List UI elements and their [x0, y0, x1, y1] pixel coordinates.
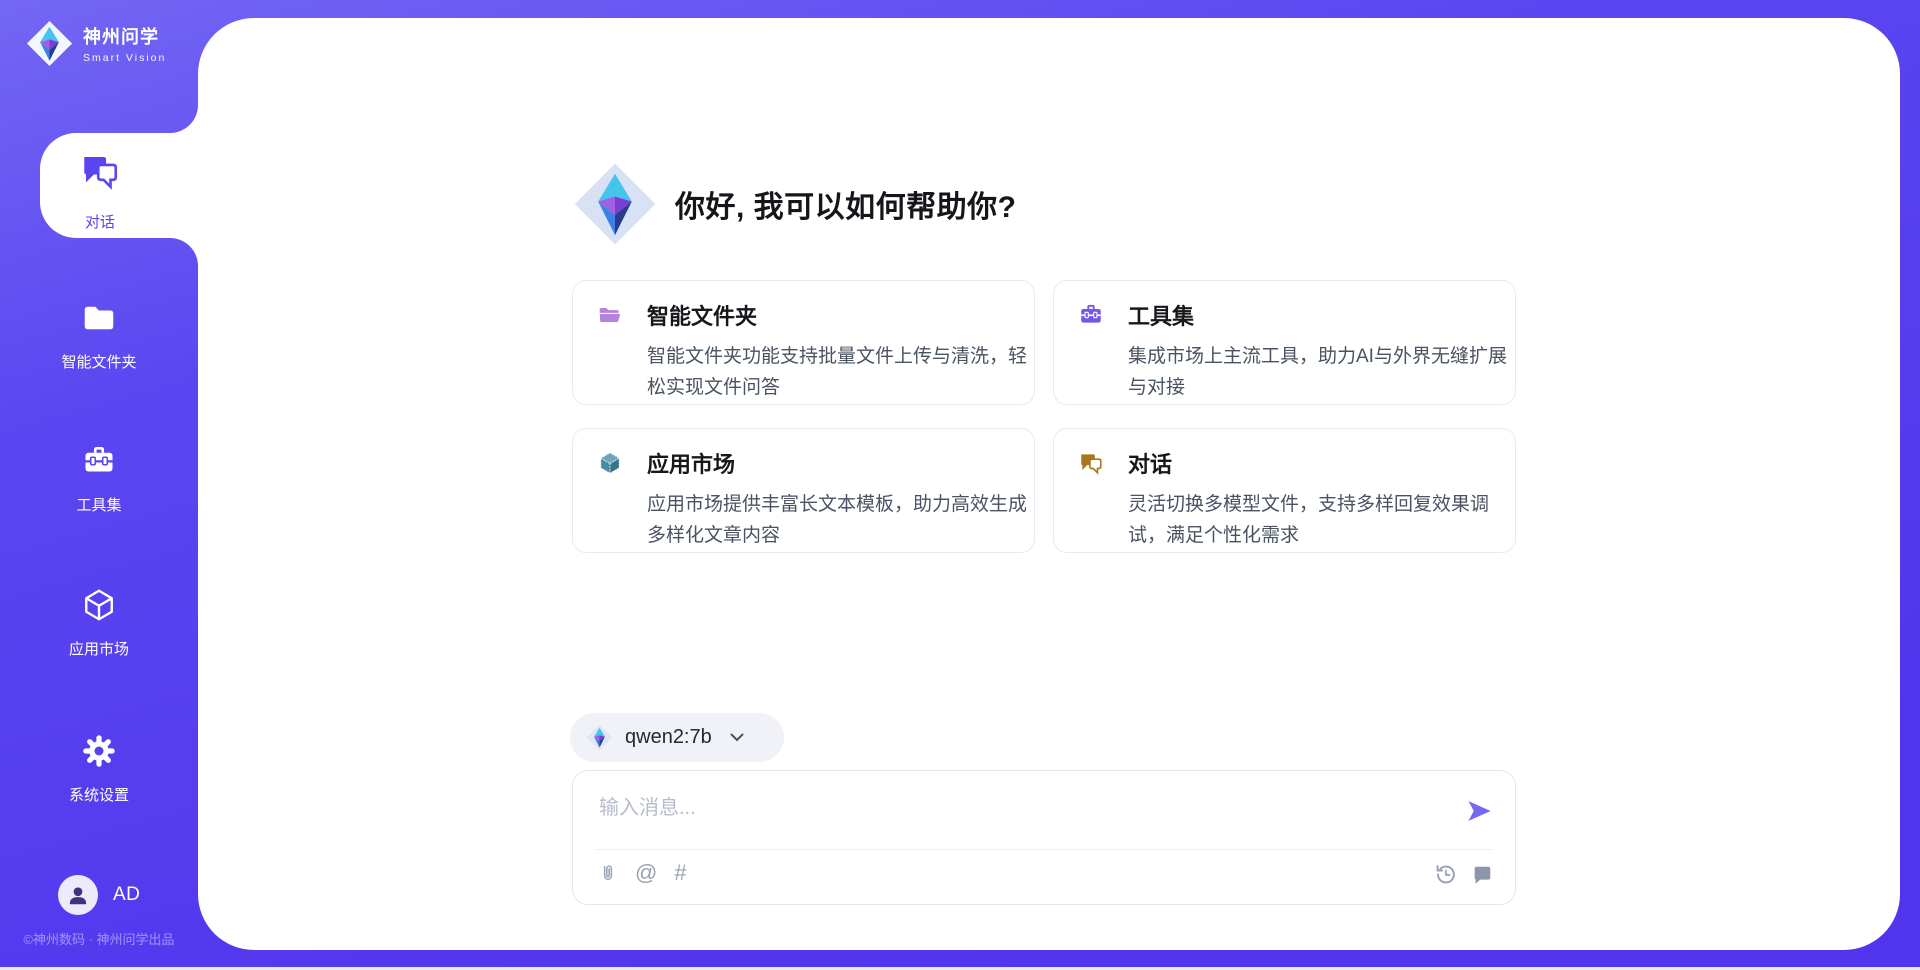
sidebar-item-smart-folder[interactable]: 智能文件夹 [0, 300, 198, 372]
app-root: 神州问学 Smart Vision 对话 智能文件夹 [0, 0, 1920, 970]
composer-divider [595, 849, 1493, 850]
card-title: 智能文件夹 [647, 299, 757, 331]
cube-icon [597, 450, 623, 476]
feature-cards: 智能文件夹 智能文件夹功能支持批量文件上传与清洗，轻松实现文件问答 工具集 集成… [572, 280, 1516, 553]
model-name: qwen2:7b [625, 726, 712, 749]
card-title: 应用市场 [647, 447, 735, 479]
model-selector[interactable]: qwen2:7b [570, 713, 784, 762]
card-title: 对话 [1128, 447, 1172, 479]
user-initials: AD [113, 884, 140, 906]
card-description: 集成市场上主流工具，助力AI与外界无缝扩展与对接 [1128, 341, 1516, 403]
toolbox-icon [81, 443, 117, 484]
sidebar-item-toolbox[interactable]: 工具集 [0, 443, 198, 515]
attachment-icon[interactable] [598, 861, 618, 885]
person-icon [65, 882, 91, 908]
sidebar: 神州问学 Smart Vision 对话 智能文件夹 [0, 0, 198, 970]
card-description: 灵活切换多模型文件，支持多样回复效果调试，满足个性化需求 [1128, 489, 1516, 551]
chevron-down-icon [730, 733, 744, 742]
sidebar-item-label: 智能文件夹 [0, 351, 198, 372]
folder-icon [81, 300, 117, 341]
sidebar-item-label: 工具集 [0, 494, 198, 515]
user-account[interactable]: AD [58, 875, 140, 915]
card-description: 应用市场提供丰富长文本模板，助力高效生成多样化文章内容 [647, 489, 1035, 551]
brand-subtitle: Smart Vision [83, 52, 166, 64]
card-title: 工具集 [1128, 299, 1194, 331]
greeting-text: 你好, 我可以如何帮助你? [675, 182, 1017, 226]
paperclip-icon [598, 861, 618, 885]
chat-icon [79, 150, 121, 197]
brand-name: 神州问学 [83, 23, 166, 49]
sidebar-item-label: 对话 [40, 211, 160, 232]
sidebar-item-label: 应用市场 [0, 638, 198, 659]
brand: 神州问学 Smart Vision [26, 20, 166, 67]
card-description: 智能文件夹功能支持批量文件上传与清洗，轻松实现文件问答 [647, 341, 1035, 403]
message-input[interactable] [599, 791, 1419, 843]
avatar [58, 875, 98, 915]
message-composer: @ # [572, 770, 1516, 905]
card-smart-folder[interactable]: 智能文件夹 智能文件夹功能支持批量文件上传与清洗，轻松实现文件问答 [572, 280, 1035, 405]
feedback-bubble-icon[interactable] [1471, 864, 1493, 886]
brand-logo-icon [26, 20, 73, 67]
sidebar-item-label: 系统设置 [0, 784, 198, 805]
sidebar-item-app-market[interactable]: 应用市场 [0, 587, 198, 659]
folder-icon [597, 302, 623, 328]
mention-icon[interactable]: @ [635, 862, 657, 884]
copyright: ©神州数码 · 神州问学出品 [0, 929, 198, 948]
topic-icon[interactable]: # [674, 862, 686, 884]
history-icon[interactable] [1434, 863, 1457, 886]
assistant-logo-icon [573, 162, 657, 246]
toolbox-icon [1078, 302, 1104, 328]
sidebar-item-settings[interactable]: 系统设置 [0, 733, 198, 805]
chat-icon [1078, 450, 1104, 476]
send-icon [1465, 797, 1493, 825]
gear-icon [81, 733, 117, 774]
cube-icon [81, 587, 117, 628]
send-button[interactable] [1465, 797, 1493, 825]
greeting: 你好, 我可以如何帮助你? [573, 162, 1017, 246]
card-app-market[interactable]: 应用市场 应用市场提供丰富长文本模板，助力高效生成多样化文章内容 [572, 428, 1035, 553]
card-toolbox[interactable]: 工具集 集成市场上主流工具，助力AI与外界无缝扩展与对接 [1053, 280, 1516, 405]
main-panel: 你好, 我可以如何帮助你? 智能文件夹 智能文件夹功能支持批量文件上传与清洗，轻… [0, 0, 1920, 970]
card-chat[interactable]: 对话 灵活切换多模型文件，支持多样回复效果调试，满足个性化需求 [1053, 428, 1516, 553]
model-logo-icon [586, 724, 613, 751]
sidebar-item-chat[interactable]: 对话 [40, 133, 198, 238]
